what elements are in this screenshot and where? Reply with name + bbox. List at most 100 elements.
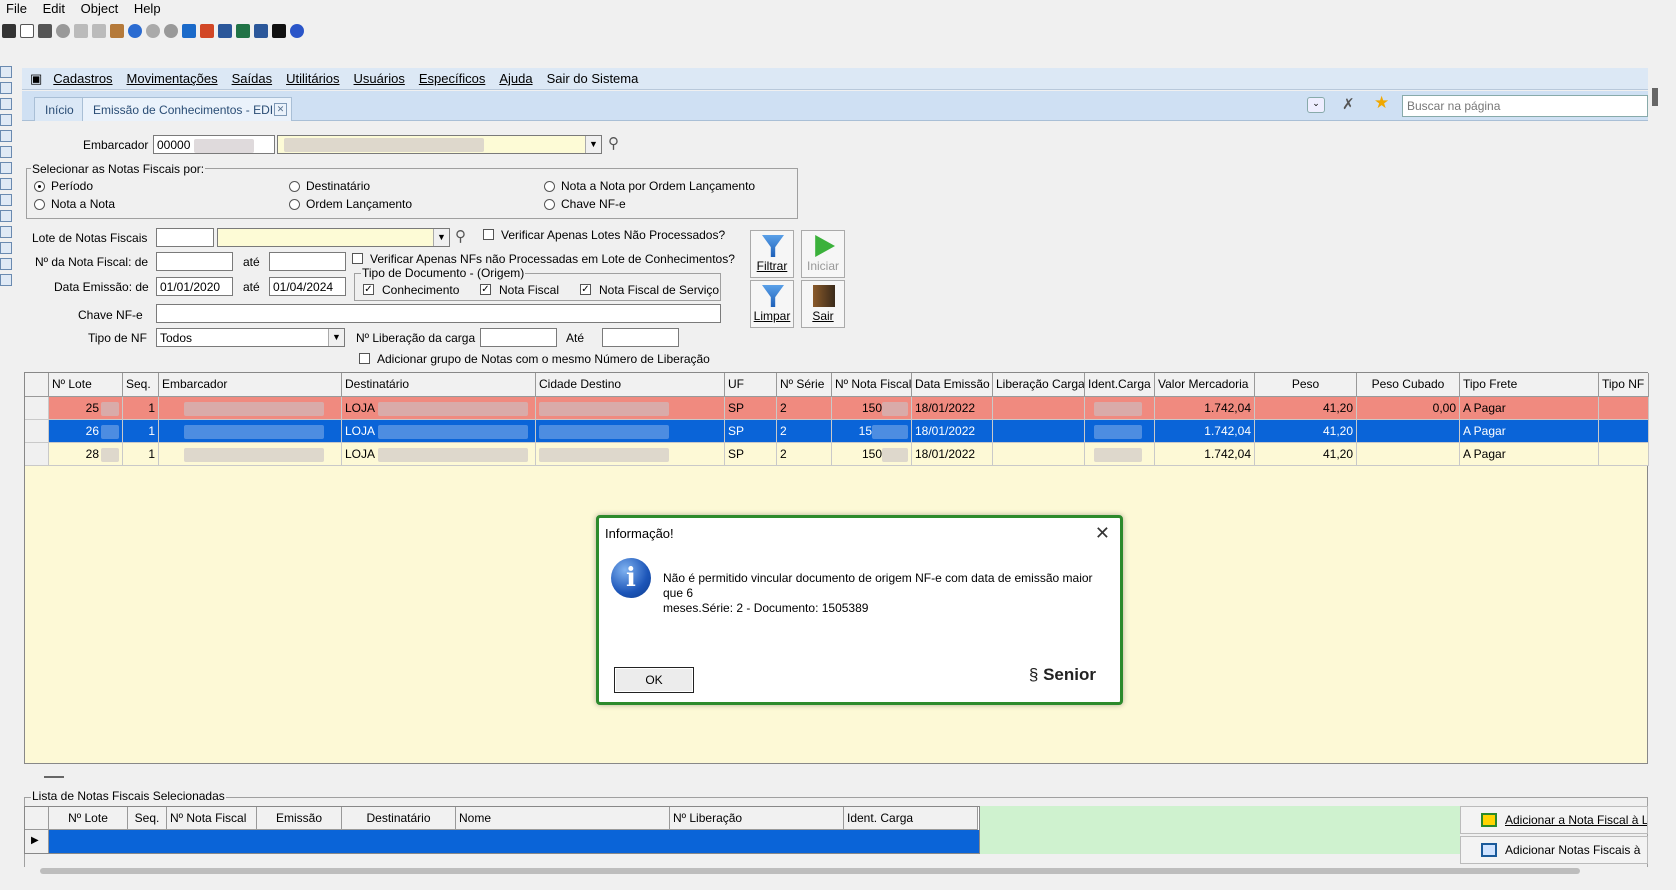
col-tipo-nf[interactable]: Tipo NF <box>1599 373 1649 397</box>
menu-file[interactable]: File <box>0 0 33 17</box>
chevron-down-icon[interactable]: ▼ <box>585 136 601 153</box>
menu-help[interactable]: Help <box>128 0 167 17</box>
col-peso[interactable]: Peso <box>1255 373 1357 397</box>
menu-edit[interactable]: Edit <box>37 0 71 17</box>
col-ident-carga[interactable]: Ident. Carga <box>844 807 978 830</box>
radio-destinatario[interactable] <box>289 181 300 192</box>
shape-tool-icon[interactable] <box>0 162 12 174</box>
nf-de-input[interactable] <box>156 252 233 271</box>
table-row[interactable]: 28 1 LOJA SP 2 150 18/01/2022 1.742,04 4… <box>25 443 1649 466</box>
adicionar-grupo-checkbox[interactable] <box>359 353 370 364</box>
col-lote[interactable]: Nº Lote <box>49 373 123 397</box>
cut-icon[interactable] <box>74 24 88 38</box>
search-input[interactable]: Buscar na página <box>1402 95 1648 117</box>
col-destinatario[interactable]: Destinatário <box>342 807 456 830</box>
menu-especificos[interactable]: Específicos <box>412 71 492 86</box>
star-icon[interactable]: ★ <box>1374 93 1389 113</box>
pen-tool-icon[interactable] <box>0 130 12 142</box>
col-valor[interactable]: Valor Mercadoria <box>1155 373 1255 397</box>
print-icon[interactable] <box>38 24 52 38</box>
radio-nota-ordem[interactable] <box>544 181 555 192</box>
rect-tool-icon[interactable] <box>0 82 12 94</box>
close-icon[interactable]: ✕ <box>1095 523 1110 544</box>
col-uf[interactable]: UF <box>725 373 777 397</box>
settings-icon[interactable] <box>164 24 178 38</box>
embarcador-select[interactable]: ▼ <box>277 135 602 154</box>
ok-button[interactable]: OK <box>614 667 694 693</box>
col-embarcador[interactable]: Embarcador <box>159 373 342 397</box>
col-peso-cubado[interactable]: Peso Cubado <box>1357 373 1460 397</box>
new-icon[interactable] <box>20 24 34 38</box>
arrow-tool-icon[interactable] <box>0 258 12 270</box>
radio-chave-nfe[interactable] <box>544 199 555 210</box>
col-ident[interactable]: Ident.Carga <box>1085 373 1155 397</box>
image-tool-icon[interactable] <box>0 210 12 222</box>
ellipse-tool-icon[interactable] <box>0 98 12 110</box>
menu-object[interactable]: Object <box>75 0 125 17</box>
col-seq[interactable]: Seq. <box>123 373 159 397</box>
horizontal-scrollbar[interactable] <box>40 868 1580 874</box>
table-row[interactable]: 26 1 LOJA SP 2 15 18/01/2022 1.742,04 41… <box>25 420 1649 443</box>
save-icon[interactable] <box>2 24 16 38</box>
nf-ate-input[interactable] <box>269 252 346 271</box>
col-destinatario[interactable]: Destinatário <box>342 373 536 397</box>
col-cidade[interactable]: Cidade Destino <box>536 373 725 397</box>
radio-periodo[interactable] <box>34 181 45 192</box>
chevron-down-icon[interactable]: ⌄ <box>1307 97 1325 113</box>
lote-input[interactable] <box>156 228 214 247</box>
vertical-scrollbar[interactable] <box>1652 88 1658 106</box>
filtrar-button[interactable]: Filtrar <box>750 230 794 278</box>
data-de-input[interactable]: 01/01/2020 <box>156 277 233 296</box>
menu-sair[interactable]: Sair do Sistema <box>540 71 646 86</box>
outlook-icon[interactable] <box>182 24 196 38</box>
col-nota[interactable]: Nº Nota Fiscal <box>167 807 257 830</box>
excel-icon[interactable] <box>236 24 250 38</box>
radio-nota-a-nota[interactable] <box>34 199 45 210</box>
col-liberacao[interactable]: Liberação Carga <box>993 373 1085 397</box>
col-data[interactable]: Data Emissão <box>912 373 993 397</box>
table-row[interactable]: 25 1 LOJA SP 2 150 18/01/2022 1.742,04 4… <box>25 397 1649 420</box>
stop-icon[interactable] <box>56 24 70 38</box>
col-emissao[interactable]: Emissão <box>257 807 342 830</box>
col-liberacao[interactable]: Nº Liberação <box>670 807 844 830</box>
table-row[interactable] <box>49 830 979 853</box>
chave-input[interactable] <box>156 304 721 323</box>
select-tool-icon[interactable] <box>0 66 12 78</box>
stamp-tool-icon[interactable] <box>0 178 12 190</box>
lock-tool-icon[interactable] <box>0 226 12 238</box>
conhecimento-checkbox[interactable]: ✓ <box>363 284 374 295</box>
help-icon[interactable] <box>290 24 304 38</box>
limpar-button[interactable]: Limpar <box>750 280 794 328</box>
text-tool-icon[interactable] <box>0 146 12 158</box>
col-tipo-frete[interactable]: Tipo Frete <box>1460 373 1599 397</box>
verificar-lotes-checkbox[interactable] <box>483 229 494 240</box>
tipo-nf-select[interactable]: Todos ▼ <box>156 328 345 347</box>
redo-icon[interactable] <box>146 24 160 38</box>
close-icon[interactable]: ✕ <box>274 103 287 116</box>
sair-button[interactable]: Sair <box>801 280 845 328</box>
nota-fiscal-checkbox[interactable]: ✓ <box>480 284 491 295</box>
info-icon[interactable] <box>272 24 286 38</box>
col-seq[interactable]: Seq. <box>128 807 167 830</box>
col-nota[interactable]: Nº Nota Fiscal <box>832 373 912 397</box>
menu-ajuda[interactable]: Ajuda <box>492 71 539 86</box>
tab-inicio[interactable]: Início <box>34 97 85 121</box>
iniciar-button[interactable]: Iniciar <box>801 230 845 278</box>
zoom-tool-icon[interactable] <box>0 274 12 286</box>
chevron-down-icon[interactable]: ▼ <box>328 329 344 346</box>
menu-saidas[interactable]: Saídas <box>225 71 279 86</box>
crop-tool-icon[interactable] <box>0 242 12 254</box>
copy-icon[interactable] <box>92 24 106 38</box>
add-all-button[interactable]: Adicionar Notas Fiscais à <box>1460 836 1648 864</box>
pin-icon[interactable]: ✗ <box>1342 95 1355 113</box>
word-icon[interactable] <box>218 24 232 38</box>
liberacao-de-input[interactable] <box>480 328 557 347</box>
splitter[interactable] <box>22 766 1648 788</box>
radio-ordem-lancamento[interactable] <box>289 199 300 210</box>
window-icon[interactable] <box>254 24 268 38</box>
tab-emissao-edi[interactable]: Emissão de Conhecimentos - EDI ✕ <box>82 97 292 121</box>
lote-select[interactable]: ▼ <box>217 228 450 247</box>
add-one-button[interactable]: Adicionar a Nota Fiscal à L <box>1460 806 1648 834</box>
menu-usuarios[interactable]: Usuários <box>347 71 412 86</box>
menu-cadastros[interactable]: Cadastros <box>46 71 119 86</box>
